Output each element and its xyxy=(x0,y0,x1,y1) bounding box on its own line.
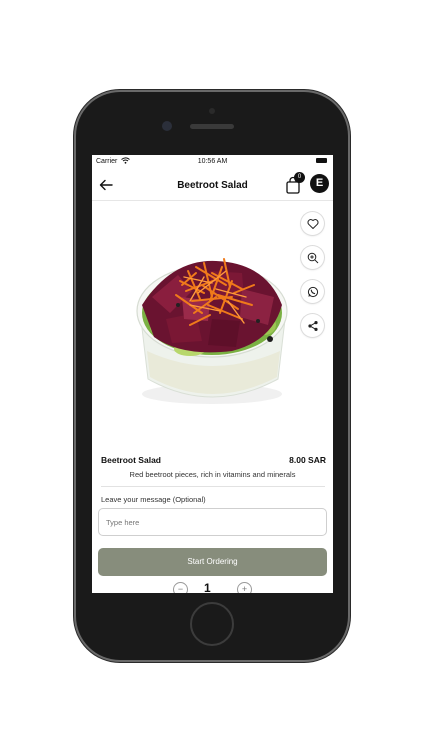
nav-bar: Beetroot Salad 0 E xyxy=(92,171,333,201)
share-button[interactable] xyxy=(301,314,324,337)
product-price: 8.00 SAR xyxy=(289,455,326,465)
share-icon xyxy=(307,320,318,331)
proximity-sensor xyxy=(209,108,215,114)
heart-icon xyxy=(307,218,318,229)
phone-frame: Carrier 10:56 AM Beetroot Salad 0 E Beet… xyxy=(76,92,348,660)
message-label: Leave your message (Optional) xyxy=(101,495,206,504)
quantity-increase-button[interactable]: + xyxy=(237,582,252,593)
status-bar: Carrier 10:56 AM xyxy=(92,155,333,171)
product-image xyxy=(92,201,333,446)
salad-bowl-illustration xyxy=(136,258,288,404)
home-button[interactable] xyxy=(190,602,234,646)
quantity-decrease-button[interactable]: − xyxy=(173,582,188,593)
power-button xyxy=(348,222,351,262)
zoom-button[interactable] xyxy=(301,246,324,269)
divider xyxy=(101,486,325,487)
cart-count-badge: 0 xyxy=(294,172,305,183)
quantity-value: 1 xyxy=(204,581,211,593)
start-ordering-button[interactable]: Start Ordering xyxy=(98,548,327,576)
product-description: Red beetroot pieces, rich in vitamins an… xyxy=(129,470,296,479)
earpiece-speaker xyxy=(190,124,234,129)
favorite-button[interactable] xyxy=(301,212,324,235)
profile-avatar[interactable]: E xyxy=(310,174,329,193)
whatsapp-icon xyxy=(307,286,318,297)
message-input[interactable] xyxy=(98,508,327,536)
battery-icon xyxy=(316,158,327,163)
whatsapp-button[interactable] xyxy=(301,280,324,303)
front-camera xyxy=(162,121,172,131)
app-screen: Carrier 10:56 AM Beetroot Salad 0 E Beet… xyxy=(92,155,333,593)
zoom-in-icon xyxy=(307,252,318,263)
product-name: Beetroot Salad xyxy=(101,455,161,465)
status-time: 10:56 AM xyxy=(197,158,228,165)
